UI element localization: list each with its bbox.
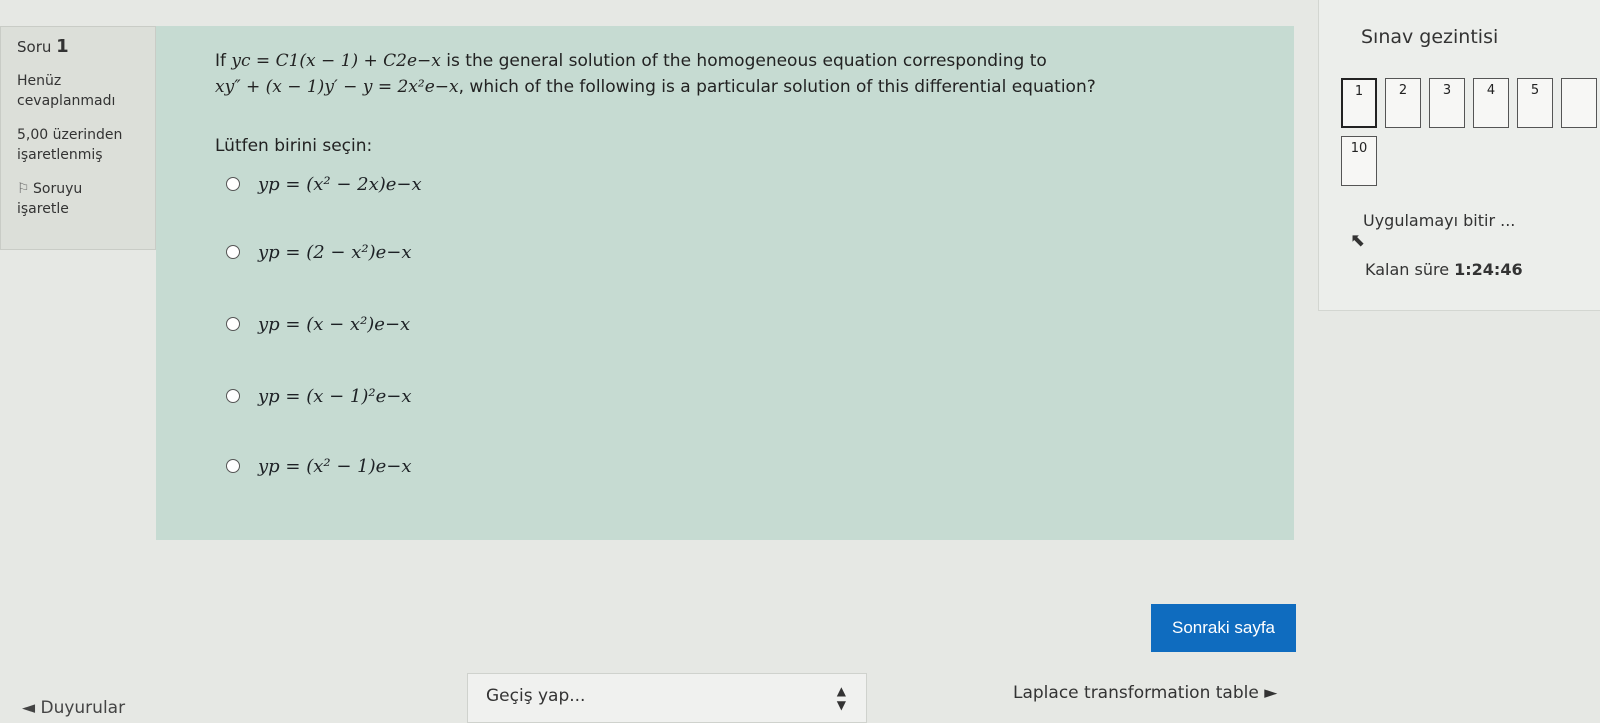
question-nav-button-3[interactable]: 3 bbox=[1429, 78, 1465, 128]
answer-option-a[interactable]: yp = (x² − 2x)e−x bbox=[226, 170, 422, 198]
jump-to-select[interactable]: Geçiş yap... ▲ ▼ bbox=[467, 673, 867, 723]
question-text: If yc = C1(x − 1) + C2e−x is the general… bbox=[215, 51, 1096, 97]
question-nav-button-4[interactable]: 4 bbox=[1473, 78, 1509, 128]
question-nav-button-10[interactable]: 10 bbox=[1341, 136, 1377, 186]
radio-button[interactable] bbox=[226, 389, 240, 403]
question-number: Soru 1 bbox=[17, 36, 69, 57]
question-nav-button-1[interactable]: 1 bbox=[1341, 78, 1377, 128]
differential-equation-formula: xy″ + (x − 1)y′ − y = 2x²e−x bbox=[215, 77, 459, 97]
radio-button[interactable] bbox=[226, 317, 240, 331]
select-arrows-icon: ▲ ▼ bbox=[836, 684, 846, 712]
mouse-cursor-icon: ⬉ bbox=[1350, 230, 1366, 251]
flag-question-link[interactable]: ⚐ Soruyu işaretle bbox=[17, 179, 155, 219]
homogeneous-solution-formula: yc = C1(x − 1) + C2e−x bbox=[231, 51, 441, 71]
radio-button[interactable] bbox=[226, 459, 240, 473]
question-nav-button-6[interactable] bbox=[1561, 78, 1597, 128]
answer-option-c[interactable]: yp = (x − x²)e−x bbox=[226, 310, 410, 338]
time-left-value: 1:24:46 bbox=[1454, 260, 1523, 279]
finish-attempt-link[interactable]: Uygulamayı bitir ... bbox=[1363, 211, 1515, 230]
time-left: Kalan süre 1:24:46 bbox=[1365, 260, 1523, 279]
answer-option-d[interactable]: yp = (x − 1)²e−x bbox=[226, 382, 412, 410]
question-info-card: Soru 1 Henüz cevaplanmadı 5,00 üzerinden… bbox=[0, 26, 156, 250]
choose-one-prompt: Lütfen birini seçin: bbox=[215, 136, 373, 156]
flag-icon: ⚐ bbox=[17, 181, 30, 197]
answer-option-b[interactable]: yp = (2 − x²)e−x bbox=[226, 238, 412, 266]
next-activity-link[interactable]: Laplace transformation table ► bbox=[1013, 683, 1277, 703]
quiz-navigation-panel: Sınav gezintisi 1 2 3 4 5 10 Uygulamayı … bbox=[1318, 0, 1600, 311]
question-points: 5,00 üzerinden işaretlenmiş bbox=[17, 127, 123, 163]
question-nav-button-5[interactable]: 5 bbox=[1517, 78, 1553, 128]
question-nav-button-2[interactable]: 2 bbox=[1385, 78, 1421, 128]
previous-activity-link[interactable]: ◄ Duyurular bbox=[22, 698, 125, 718]
radio-button[interactable] bbox=[226, 177, 240, 191]
radio-button[interactable] bbox=[226, 245, 240, 259]
question-status: Henüz cevaplanmadı bbox=[17, 73, 116, 109]
answer-option-e[interactable]: yp = (x² − 1)e−x bbox=[226, 452, 412, 480]
quiz-navigation-title: Sınav gezintisi bbox=[1361, 26, 1499, 48]
next-page-button[interactable]: Sonraki sayfa bbox=[1151, 604, 1296, 652]
